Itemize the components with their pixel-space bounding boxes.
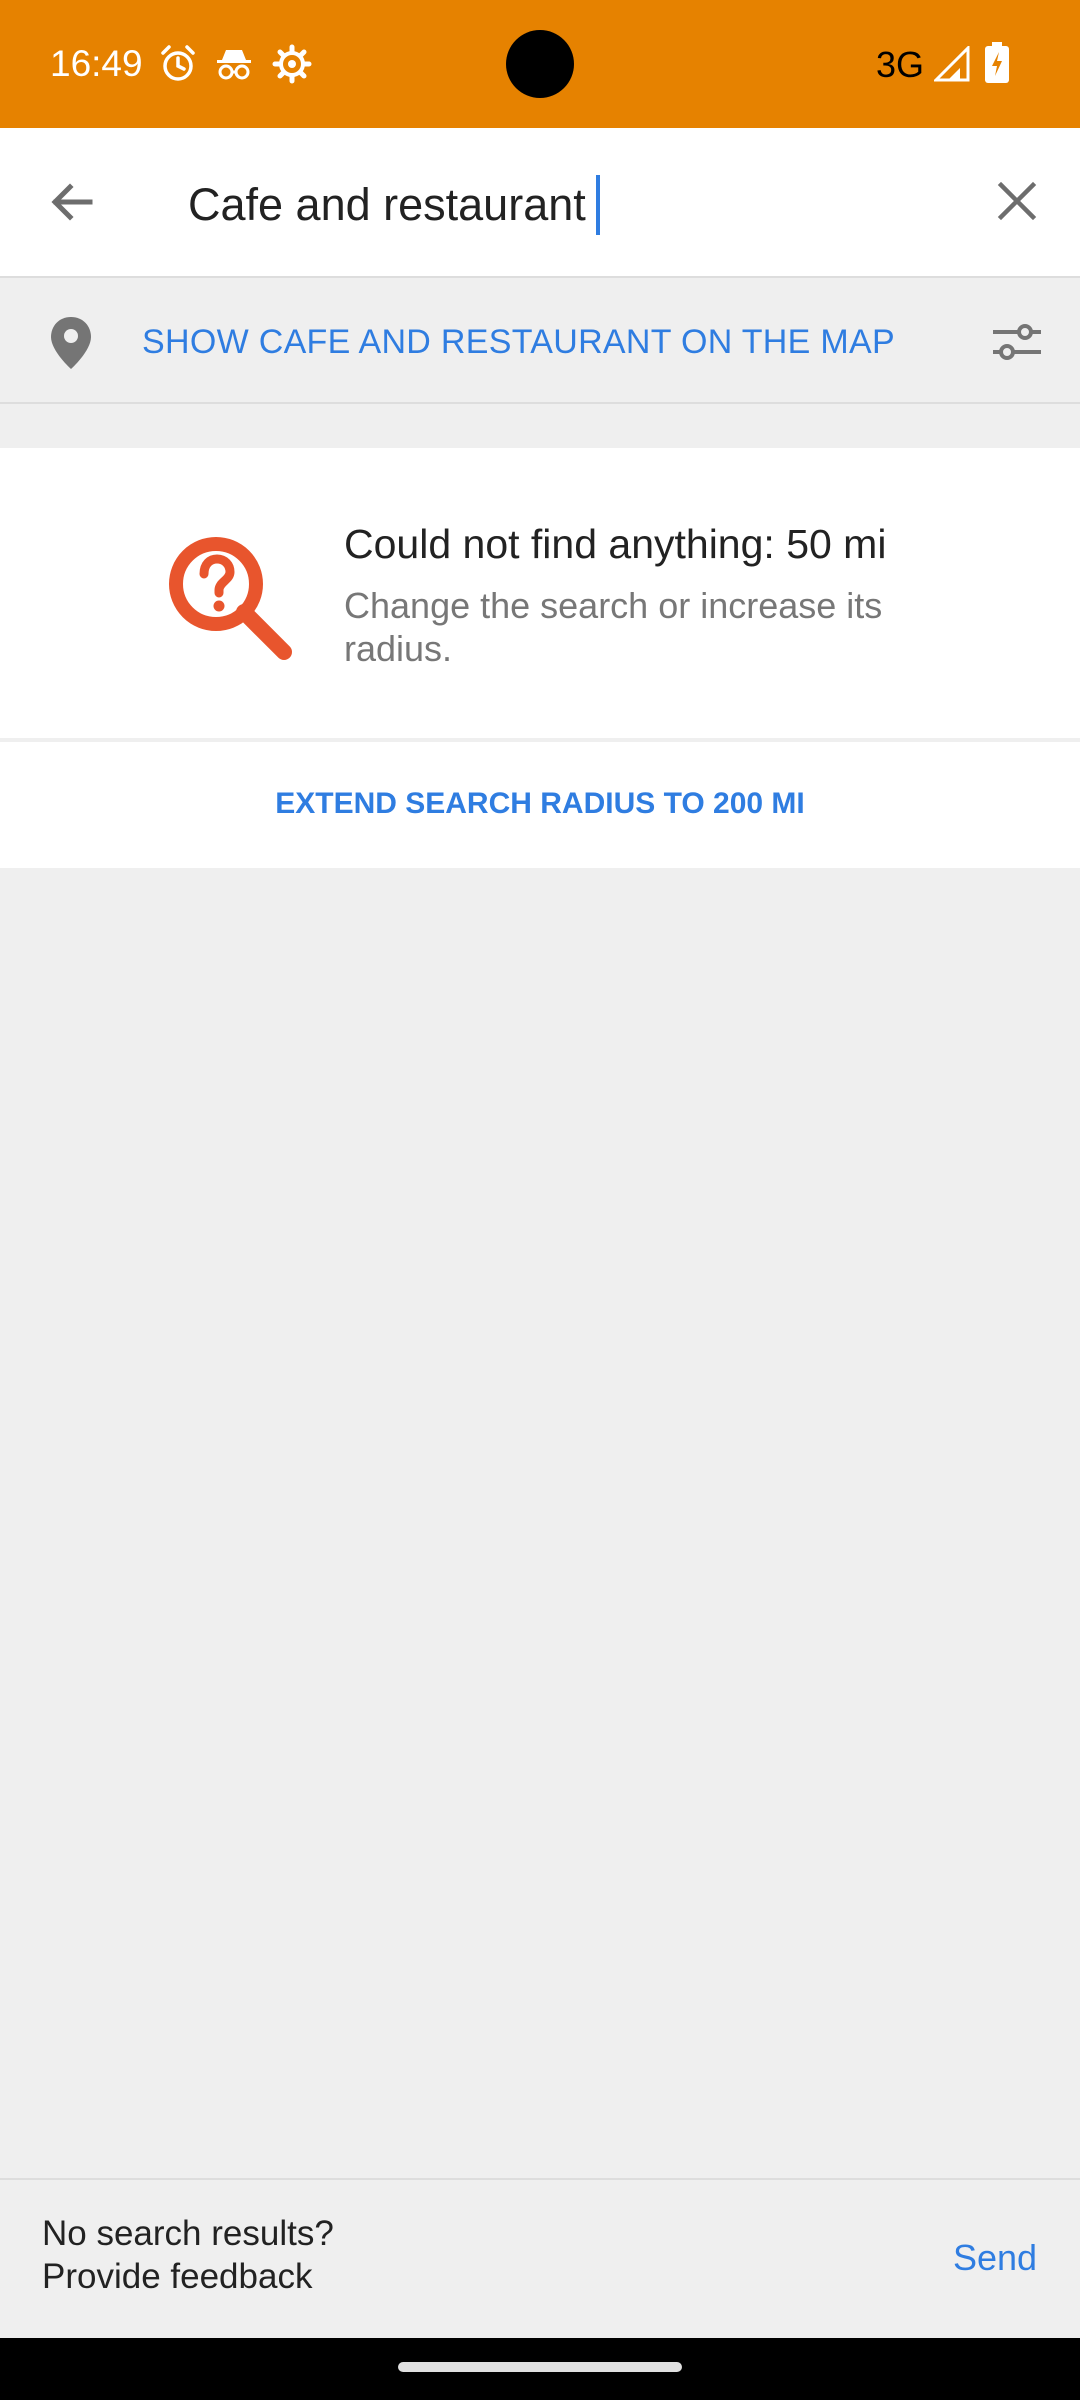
search-query-text: Cafe and restaurant bbox=[188, 179, 586, 230]
feedback-prompt: No search results? Provide feedback bbox=[42, 2212, 334, 2298]
home-gesture-handle[interactable] bbox=[398, 2362, 682, 2372]
search-input[interactable]: Cafe and restaurant bbox=[188, 150, 948, 260]
settings-gear-icon bbox=[272, 44, 312, 84]
search-question-icon bbox=[162, 530, 298, 666]
close-icon bbox=[997, 181, 1037, 221]
show-on-map-button[interactable]: SHOW CAFE AND RESTAURANT ON THE MAP bbox=[142, 280, 954, 404]
battery-charging-icon bbox=[984, 42, 1010, 84]
camera-cutout bbox=[506, 30, 574, 98]
extend-radius-button[interactable]: EXTEND SEARCH RADIUS TO 200 MI bbox=[42, 762, 1038, 846]
filter-sliders-icon bbox=[993, 324, 1041, 360]
empty-state-title: Could not find anything: 50 mi bbox=[344, 521, 887, 567]
feedback-line-2: Provide feedback bbox=[42, 2257, 313, 2296]
network-type-label: 3G bbox=[876, 44, 925, 85]
text-caret bbox=[595, 175, 600, 235]
signal-icon bbox=[932, 44, 974, 86]
location-pin-icon bbox=[36, 308, 106, 378]
send-feedback-button[interactable]: Send bbox=[932, 2212, 1058, 2304]
empty-state-subtitle: Change the search or increase its radius… bbox=[344, 585, 883, 669]
arrow-left-icon bbox=[51, 183, 93, 221]
filter-button[interactable] bbox=[954, 280, 1080, 404]
clear-search-button[interactable] bbox=[954, 138, 1080, 264]
alarm-icon bbox=[158, 44, 198, 84]
status-time: 16:49 bbox=[50, 43, 143, 84]
back-button[interactable] bbox=[0, 128, 146, 276]
feedback-line-1: No search results? bbox=[42, 2214, 334, 2253]
incognito-icon bbox=[214, 44, 254, 84]
